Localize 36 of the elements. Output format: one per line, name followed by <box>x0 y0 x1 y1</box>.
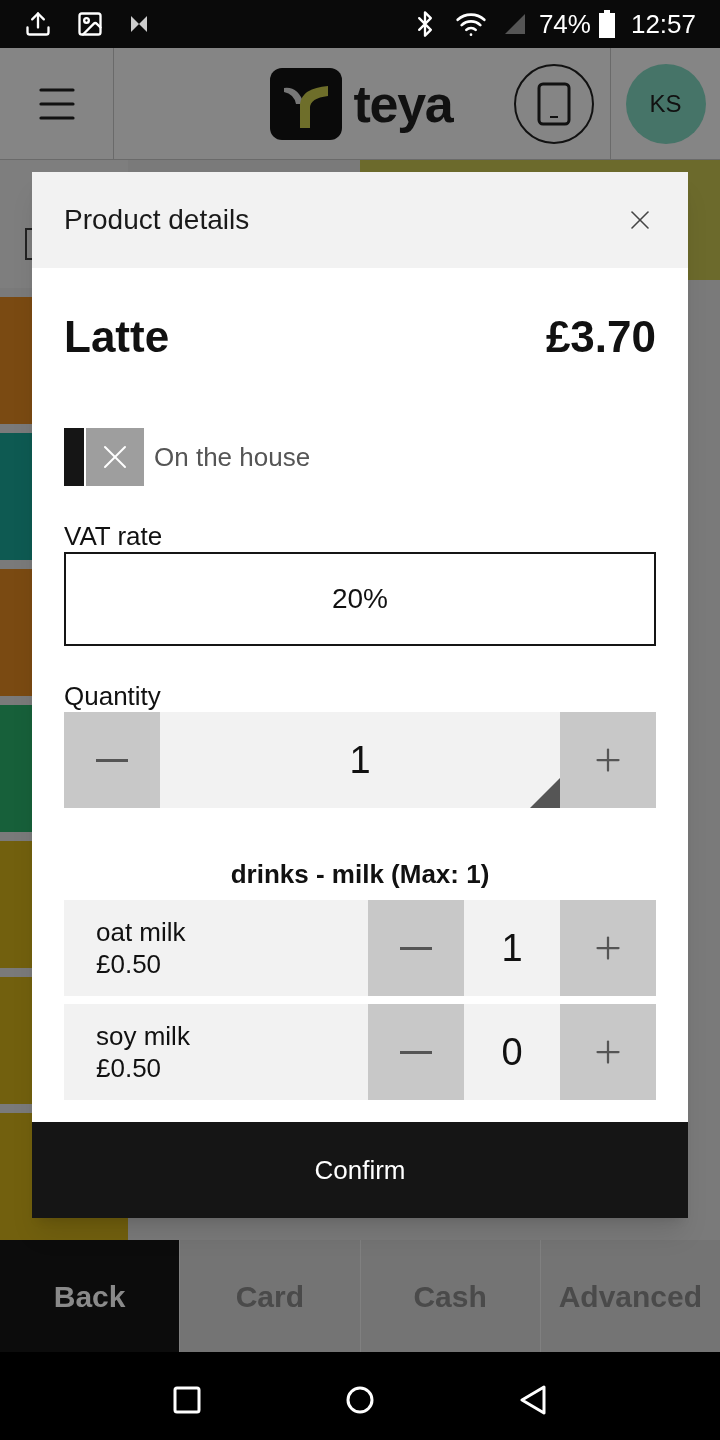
modifier-name: soy milk <box>96 1020 191 1052</box>
modifier-price: £0.50 <box>96 948 163 980</box>
vat-label: VAT rate <box>64 520 164 552</box>
modifier-group-title: drinks - milk (Max: 1) <box>229 858 491 890</box>
battery-percent: 74% <box>538 7 591 41</box>
home-icon[interactable] <box>346 1386 374 1414</box>
corner-icon <box>530 778 560 808</box>
minus-icon <box>400 946 432 950</box>
logo-icon <box>269 67 342 140</box>
battery-icon <box>598 10 615 38</box>
tablet-icon <box>537 81 571 126</box>
confirm-button[interactable]: Confirm <box>32 1122 688 1218</box>
clock: 12:57 <box>630 7 696 41</box>
on-the-house-checkbox[interactable] <box>64 428 144 486</box>
recents-icon[interactable] <box>172 1386 201 1414</box>
image-icon <box>76 10 104 38</box>
modifier-count: 0 <box>500 1029 524 1075</box>
action-button[interactable]: Back <box>0 1240 180 1352</box>
quantity-label: Quantity <box>64 680 162 712</box>
vat-field[interactable]: 20% <box>64 552 656 646</box>
logo-text: teya <box>353 73 453 135</box>
minus-icon <box>400 1050 432 1054</box>
bracket-icon <box>24 227 34 261</box>
avatar[interactable]: KS <box>625 63 706 144</box>
product-name: Latte <box>64 311 170 363</box>
upload-icon <box>24 10 52 38</box>
minus-icon <box>96 758 128 762</box>
modifier-price: £0.50 <box>96 1052 163 1084</box>
dialog-title: Product details <box>64 203 251 237</box>
tablet-button[interactable] <box>514 63 594 144</box>
product-price: £3.70 <box>545 311 656 363</box>
modifier-name: oat milk <box>96 916 187 948</box>
back-icon[interactable] <box>519 1385 548 1415</box>
checkbox-label: On the house <box>154 440 311 474</box>
modifier-count: 1 <box>500 925 524 971</box>
quantity-field[interactable]: 1 <box>160 712 560 808</box>
